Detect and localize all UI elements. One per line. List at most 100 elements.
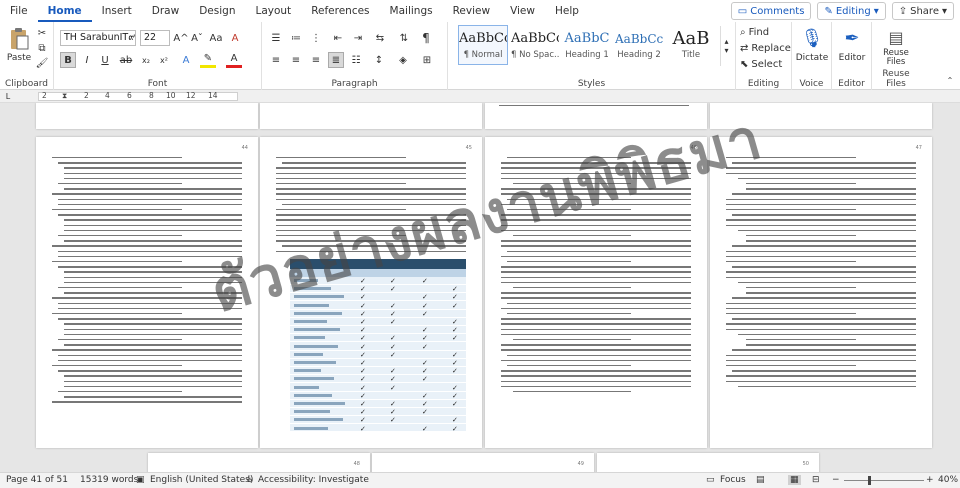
replace-button[interactable]: ⇄ Replace <box>740 41 791 55</box>
find-button[interactable]: ⌕ Find <box>740 25 790 39</box>
shading-icon[interactable]: ◈ <box>394 52 412 68</box>
text-line <box>501 323 691 325</box>
highlight-icon[interactable]: ✎ <box>200 52 216 68</box>
borders-icon[interactable]: ⊞ <box>418 52 436 68</box>
distributed-icon[interactable]: ☷ <box>348 52 364 68</box>
line-spacing-icon[interactable]: ↕ <box>370 52 388 68</box>
editing-group: ⌕ Find ⇄ Replace ⬉ Select Editing <box>736 22 792 90</box>
paste-icon[interactable] <box>6 26 32 52</box>
clear-formatting-button[interactable]: A <box>228 30 242 46</box>
sort-icon[interactable]: ⇅ <box>396 30 412 46</box>
proofing-icon[interactable]: ▣ <box>136 475 145 485</box>
style-heading-2[interactable]: AaBbCc Heading 2 <box>614 25 664 65</box>
font-size-select[interactable]: 22 <box>140 30 170 46</box>
check-icon: ✓ <box>452 350 458 359</box>
tab-review[interactable]: Review <box>443 0 500 22</box>
reuse-files-icon[interactable]: ▤ <box>886 26 906 48</box>
page-preview[interactable] <box>260 103 482 129</box>
zoom-out-icon[interactable]: − <box>832 475 840 485</box>
tab-design[interactable]: Design <box>189 0 245 22</box>
focus-button[interactable]: Focus <box>720 475 746 485</box>
italic-button[interactable]: I <box>80 52 94 68</box>
decrease-indent-icon[interactable]: ⇤ <box>330 30 346 46</box>
font-name-select[interactable]: TH SarabunIT๙ <box>60 30 136 46</box>
page-preview[interactable]: 50 <box>597 453 819 472</box>
shrink-font-button[interactable]: Aˇ <box>190 30 204 46</box>
tab-home[interactable]: Home <box>37 0 92 22</box>
text-direction-icon[interactable]: ⇆ <box>372 30 388 46</box>
editor-button[interactable]: Editor <box>832 52 872 64</box>
word-count[interactable]: 15319 words <box>80 475 138 485</box>
tab-layout[interactable]: Layout <box>245 0 301 22</box>
document-canvas[interactable]: 44 45 46 47 ✓ ✓ ✓ ✓ ✓ ✓ ✓ ✓ ✓ ✓ ✓ ✓ ✓ ✓ ✓ ✓ ✓ ✓ ✓ ✓ ✓ ✓ ✓ ✓ ✓ ✓ ✓ ✓… <box>0 103 960 472</box>
zoom-level[interactable]: 40% <box>938 475 958 485</box>
numbering-icon[interactable]: ≔ <box>288 30 304 46</box>
read-mode-icon[interactable]: ▤ <box>756 475 765 485</box>
grow-font-button[interactable]: A^ <box>173 30 188 46</box>
bullets-icon[interactable]: ☰ <box>268 30 284 46</box>
page-preview[interactable]: 48 <box>148 453 370 472</box>
tab-insert[interactable]: Insert <box>92 0 142 22</box>
align-center-icon[interactable]: ≡ <box>288 52 304 68</box>
language-indicator[interactable]: English (United States) <box>150 475 253 485</box>
bold-button[interactable]: B <box>60 52 76 68</box>
tab-help[interactable]: Help <box>545 0 589 22</box>
zoom-in-icon[interactable]: + <box>926 475 934 485</box>
select-button[interactable]: ⬉ Select <box>740 57 790 71</box>
page-count[interactable]: Page 41 of 51 <box>6 475 68 485</box>
dictate-button[interactable]: Dictate <box>792 52 832 64</box>
page-preview[interactable] <box>36 103 258 129</box>
cut-icon[interactable]: ✂ <box>36 27 48 39</box>
copy-icon[interactable]: ⧉ <box>36 42 48 54</box>
subscript-icon[interactable]: x₂ <box>138 52 154 68</box>
page-preview[interactable]: 49 <box>372 453 594 472</box>
style-no-spacing[interactable]: AaBbCcI ¶ No Spac... <box>510 25 560 65</box>
style-heading-1[interactable]: AaBbC Heading 1 <box>562 25 612 65</box>
web-layout-icon[interactable]: ⊟ <box>812 475 820 485</box>
styles-scroll-icon[interactable]: ▴ ▾ <box>720 26 732 66</box>
collapse-ribbon-icon[interactable]: ⌃ <box>944 74 956 86</box>
text-effects-icon[interactable]: A <box>178 52 194 68</box>
check-icon: ✓ <box>390 400 396 408</box>
indent-marker-icon[interactable]: ⧗ <box>62 91 67 101</box>
accessibility-icon[interactable]: ♿ <box>246 475 254 485</box>
increase-indent-icon[interactable]: ⇥ <box>350 30 366 46</box>
tab-file[interactable]: File <box>0 0 38 22</box>
editing-mode-button[interactable]: ✎ Editing ▾ <box>817 2 886 20</box>
text-line <box>746 188 916 190</box>
zoom-slider[interactable] <box>844 480 924 481</box>
style-normal[interactable]: AaBbCcI ¶ Normal <box>458 25 508 65</box>
zoom-slider-handle[interactable] <box>868 476 871 485</box>
align-left-icon[interactable]: ≡ <box>268 52 284 68</box>
text-line <box>726 380 916 382</box>
change-case-button[interactable]: Aa <box>208 30 224 46</box>
underline-button[interactable]: U <box>98 52 112 68</box>
editor-pen-icon[interactable]: ✒ <box>842 26 862 50</box>
justify-icon[interactable]: ≣ <box>328 52 344 68</box>
tab-mailings[interactable]: Mailings <box>380 0 443 22</box>
superscript-icon[interactable]: x² <box>156 52 172 68</box>
microphone-icon[interactable]: 🎙 <box>801 26 824 50</box>
check-icon: ✓ <box>452 424 458 433</box>
share-button[interactable]: ⇪ Share ▾ <box>891 2 954 20</box>
format-painter-icon[interactable]: 🖌 <box>36 57 49 69</box>
print-layout-icon[interactable]: ▦ <box>788 475 801 485</box>
comments-button[interactable]: ▭ Comments <box>730 2 812 20</box>
tab-references[interactable]: References <box>301 0 379 22</box>
strikethrough-icon[interactable]: ab <box>118 52 134 68</box>
paste-button[interactable]: Paste <box>3 52 35 64</box>
multilevel-list-icon[interactable]: ⋮ <box>308 30 324 46</box>
text-line <box>726 328 916 330</box>
tab-draw[interactable]: Draw <box>142 0 189 22</box>
style-title[interactable]: AaB Title <box>666 25 716 65</box>
reuse-files-button[interactable]: Reuse Files <box>872 48 920 68</box>
tab-view[interactable]: View <box>500 0 545 22</box>
check-icon: ✓ <box>390 334 396 343</box>
accessibility-status[interactable]: Accessibility: Investigate <box>258 475 369 485</box>
focus-icon[interactable]: ▭ <box>706 475 715 485</box>
font-color-icon[interactable]: A <box>226 52 242 68</box>
show-formatting-button[interactable]: ¶ <box>418 30 434 46</box>
text-line <box>52 261 182 263</box>
tab-selector-icon[interactable]: L <box>3 91 13 101</box>
align-right-icon[interactable]: ≡ <box>308 52 324 68</box>
